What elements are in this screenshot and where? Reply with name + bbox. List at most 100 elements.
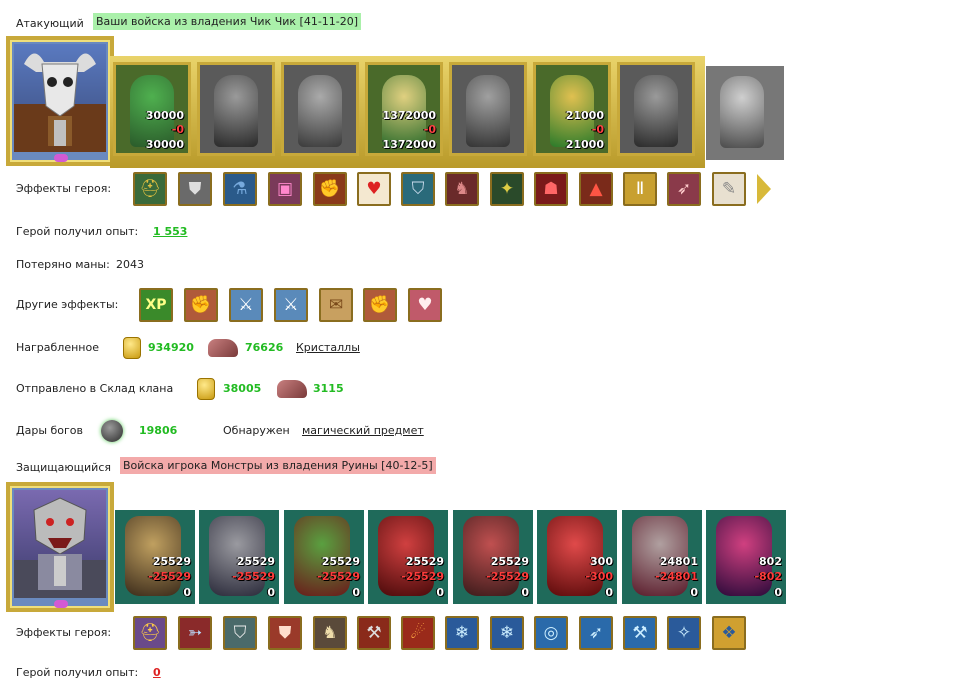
crystals-link[interactable]: Кристаллы <box>296 341 360 354</box>
crossbow-icon[interactable]: ➳ <box>178 616 212 650</box>
heart-icon[interactable]: ♥ <box>357 172 391 206</box>
troop-loss: -25529 <box>232 570 275 583</box>
crystal-hammer-icon[interactable]: ⚒ <box>623 616 657 650</box>
shield-icon[interactable]: ⛉ <box>223 616 257 650</box>
magic-item-link[interactable]: магический предмет <box>302 424 424 437</box>
fire-gauntlet-icon[interactable]: ✊ <box>313 172 347 206</box>
attacker-troop-2[interactable] <box>197 62 275 156</box>
bow-icon[interactable]: ➶ <box>667 172 701 206</box>
xp-icon[interactable]: XP <box>139 288 173 322</box>
armor-icon[interactable]: ⛊ <box>178 172 212 206</box>
clan-storage-label: Отправлено в Склад клана <box>16 382 174 395</box>
clan-gold-value: 38005 <box>223 382 262 395</box>
troop-loss: -24801 <box>655 570 698 583</box>
gold-coins-icon <box>123 337 141 359</box>
bull-skull-icon <box>14 53 106 152</box>
defender-exp-label: Герой получил опыт: <box>16 666 139 679</box>
defender-hero-portrait[interactable] <box>6 482 114 612</box>
troop-count: 30000 <box>145 109 184 122</box>
crystal-armor-icon[interactable]: ❄ <box>490 616 524 650</box>
chest-icon[interactable]: ▣ <box>268 172 302 206</box>
attacker-troop-5[interactable] <box>449 62 527 156</box>
crystal-armor-icon[interactable]: ❄ <box>445 616 479 650</box>
troop-remain: 0 <box>690 586 698 599</box>
fist-sword-icon[interactable]: ✊ <box>184 288 218 322</box>
troop-count: 25529 <box>490 555 529 568</box>
troop-remain: 30000 <box>145 138 184 151</box>
crystal-cloak-icon[interactable]: ❖ <box>712 616 746 650</box>
troop-count: 25529 <box>152 555 191 568</box>
troop-count: 24801 <box>659 555 698 568</box>
helmet-icon[interactable]: ⛑ <box>133 616 167 650</box>
gem-ornament <box>54 600 68 608</box>
attacker-troop-3[interactable] <box>281 62 359 156</box>
shield-icon[interactable]: ⛉ <box>401 172 435 206</box>
defender-troop-8[interactable]: 802 -802 0 <box>706 510 786 604</box>
scroll-right-arrow-icon[interactable] <box>757 174 771 204</box>
scroll-icon[interactable]: ✎ <box>712 172 746 206</box>
defender-troop-4[interactable]: 25529 -25529 0 <box>368 510 448 604</box>
loot-label: Награбленное <box>16 341 99 354</box>
attacker-exp-value[interactable]: 1 553 <box>153 225 187 238</box>
attacker-title: Ваши войска из владения Чик Чик [41-11-2… <box>93 13 362 30</box>
cloak-icon[interactable]: ♞ <box>313 616 347 650</box>
potion-icon[interactable]: ⚗ <box>223 172 257 206</box>
defender-troop-7[interactable]: 24801 -24801 0 <box>622 510 702 604</box>
troop-remain: 0 <box>183 586 191 599</box>
crystal-bow-icon[interactable]: ➶ <box>579 616 613 650</box>
attacker-troop-8[interactable] <box>706 66 784 160</box>
cloak-icon[interactable]: ♞ <box>445 172 479 206</box>
defender-troop-5[interactable]: 25529 -25529 0 <box>453 510 533 604</box>
attacker-troop-4[interactable]: 1372000 -0 1372000 <box>365 62 443 156</box>
amulet-icon[interactable]: ✦ <box>490 172 524 206</box>
mana-label: Потеряно маны: <box>16 258 110 271</box>
heart-sword-icon[interactable]: ♥ <box>408 288 442 322</box>
boots-icon[interactable]: ▲ <box>579 172 613 206</box>
defender-label: Защищающийся <box>16 461 111 474</box>
troop-remain: 0 <box>267 586 275 599</box>
troop-loss: -802 <box>754 570 782 583</box>
hooded-knight-icon <box>634 75 678 147</box>
sword-icon[interactable]: ⚔ <box>274 288 308 322</box>
troop-count: 1372000 <box>382 109 436 122</box>
troop-remain: 0 <box>605 586 613 599</box>
attacker-troop-1[interactable]: 30000 -0 30000 <box>113 62 191 156</box>
sword-icon[interactable]: ⚔ <box>229 288 263 322</box>
wizard-statue-icon <box>720 76 764 148</box>
defender-troop-6[interactable]: 300 -300 0 <box>537 510 617 604</box>
attacker-hero-portrait[interactable] <box>6 36 114 166</box>
troop-loss: -25529 <box>401 570 444 583</box>
other-effects-label: Другие эффекты: <box>16 298 119 311</box>
troop-count: 300 <box>590 555 613 568</box>
troop-loss: -300 <box>585 570 613 583</box>
defender-troop-2[interactable]: 25529 -25529 0 <box>199 510 279 604</box>
attacker-troop-7[interactable] <box>617 62 695 156</box>
gifts-value: 19806 <box>139 424 178 437</box>
attacker-label: Атакующий <box>16 17 84 30</box>
defender-exp-value[interactable]: 0 <box>153 666 161 679</box>
troop-remain: 21000 <box>565 138 604 151</box>
troop-count: 25529 <box>236 555 275 568</box>
troop-count: 802 <box>759 555 782 568</box>
fire-head-icon[interactable]: ☄ <box>401 616 435 650</box>
crystal-shard-icon[interactable]: ✧ <box>667 616 701 650</box>
scroll-bundle-icon[interactable]: ✉ <box>319 288 353 322</box>
defender-troop-3[interactable]: 25529 -25529 0 <box>284 510 364 604</box>
troop-loss: -0 <box>591 123 604 136</box>
attacker-troop-6[interactable]: 21000 -0 21000 <box>533 62 611 156</box>
found-label: Обнаружен <box>223 424 290 437</box>
mask-icon[interactable]: ☗ <box>534 172 568 206</box>
helmet-icon[interactable]: ⛑ <box>133 172 167 206</box>
clan-ore-value: 3115 <box>313 382 344 395</box>
crystal-ring-icon[interactable]: ◎ <box>534 616 568 650</box>
crossed-axes-icon[interactable]: ⚒ <box>357 616 391 650</box>
mana-value: 2043 <box>116 258 144 271</box>
fist-sword-icon[interactable]: ✊ <box>363 288 397 322</box>
defender-troop-1[interactable]: 25529 -25529 0 <box>115 510 195 604</box>
armor-icon[interactable]: ⛊ <box>268 616 302 650</box>
greaves-icon[interactable]: Ⅱ <box>623 172 657 206</box>
defender-title: Войска игрока Монстры из владения Руины … <box>120 457 436 474</box>
troop-count: 21000 <box>565 109 604 122</box>
gifts-label: Дары богов <box>16 424 84 437</box>
troop-loss: -0 <box>423 123 436 136</box>
